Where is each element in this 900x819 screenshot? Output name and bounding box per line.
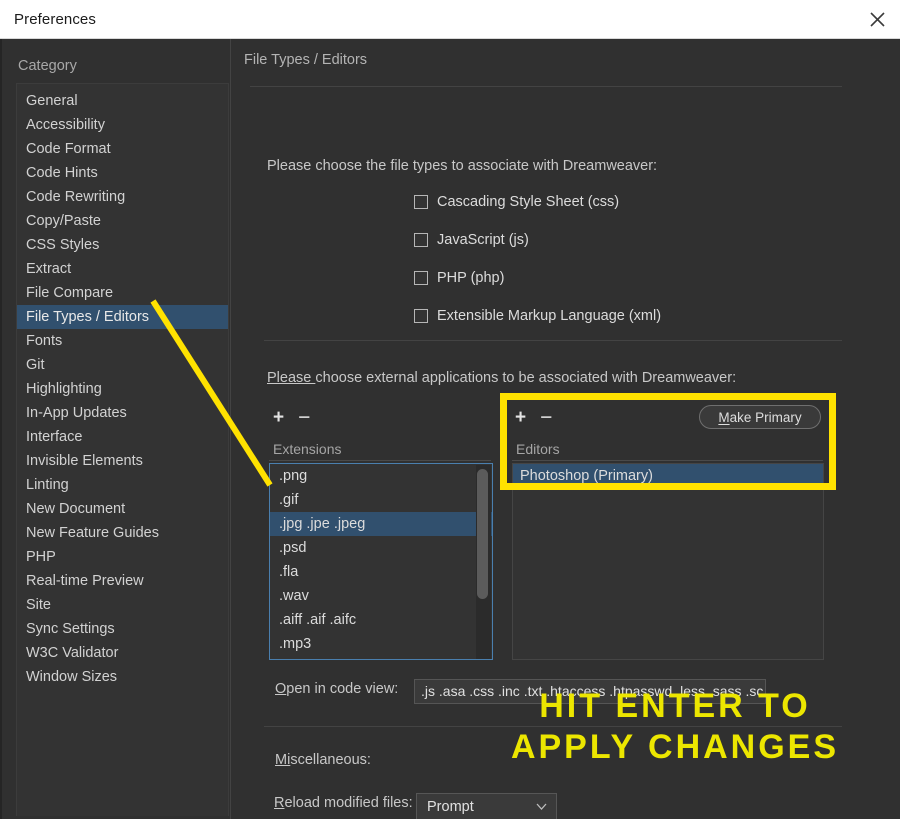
add-extension-button[interactable]: + bbox=[273, 408, 284, 427]
checkbox-icon[interactable] bbox=[414, 195, 428, 209]
sidebar-item-code-hints[interactable]: Code Hints bbox=[17, 161, 228, 185]
make-primary-button[interactable]: Make Primary bbox=[699, 405, 821, 429]
filetype-checkbox-label: Cascading Style Sheet (css) bbox=[437, 194, 620, 210]
sidebar-item-accessibility[interactable]: Accessibility bbox=[17, 113, 228, 137]
editors-column-header: Editors bbox=[516, 441, 560, 457]
sidebar-item-code-rewriting[interactable]: Code Rewriting bbox=[17, 185, 228, 209]
extension-list-item[interactable]: .gif bbox=[270, 488, 492, 512]
reload-modified-files-label-rest: eload modified files: bbox=[284, 795, 413, 811]
close-button[interactable] bbox=[854, 0, 900, 38]
filetype-checkbox-label: JavaScript (js) bbox=[437, 232, 529, 248]
pane-divider bbox=[230, 39, 231, 819]
extensions-toolbar: + − bbox=[273, 407, 310, 428]
sidebar-item-w3c-validator[interactable]: W3C Validator bbox=[17, 641, 228, 665]
extensions-list-items: .png .gif .jpg .jpe .jpeg .psd .fla .wav .aiff… bbox=[270, 464, 492, 656]
reload-modified-files-value: Prompt bbox=[427, 798, 474, 815]
remove-editor-button[interactable]: − bbox=[540, 407, 552, 428]
miscellaneous-accel: Mi bbox=[275, 752, 291, 768]
sidebar-item-file-compare[interactable]: File Compare bbox=[17, 281, 228, 305]
title-bar: Preferences bbox=[0, 0, 900, 39]
extension-list-item[interactable]: .aiff .aif .aifc bbox=[270, 608, 492, 632]
extension-list-item[interactable]: .png bbox=[270, 464, 492, 488]
filetype-checkbox-row[interactable]: PHP (php) bbox=[414, 270, 504, 286]
sidebar-item-linting[interactable]: Linting bbox=[17, 473, 228, 497]
sidebar-item-copy-paste[interactable]: Copy/Paste bbox=[17, 209, 228, 233]
extensions-list[interactable]: .png .gif .jpg .jpe .jpeg .psd .fla .wav .aiff… bbox=[269, 463, 493, 660]
sidebar-item-extract[interactable]: Extract bbox=[17, 257, 228, 281]
preferences-dialog: Preferences Category General Accessibilit… bbox=[0, 0, 900, 819]
sidebar-item-window-sizes[interactable]: Window Sizes bbox=[17, 665, 228, 689]
editor-list-item[interactable]: Photoshop (Primary) bbox=[513, 464, 823, 488]
remove-extension-button[interactable]: − bbox=[298, 407, 310, 428]
extension-list-item[interactable]: .psd bbox=[270, 536, 492, 560]
sidebar-item-new-document[interactable]: New Document bbox=[17, 497, 228, 521]
checkbox-icon[interactable] bbox=[414, 271, 428, 285]
category-list[interactable]: General Accessibility Code Format Code Hint… bbox=[16, 83, 229, 816]
extensions-scrollbar[interactable] bbox=[476, 465, 491, 659]
sidebar-item-css-styles[interactable]: CSS Styles bbox=[17, 233, 228, 257]
sidebar-item-real-time-preview[interactable]: Real-time Preview bbox=[17, 569, 228, 593]
dialog-body: Category General Accessibility Code Format… bbox=[0, 39, 900, 819]
page-title: File Types / Editors bbox=[244, 52, 368, 68]
add-editor-button[interactable]: + bbox=[515, 408, 526, 427]
sidebar-item-invisible-elements[interactable]: Invisible Elements bbox=[17, 449, 228, 473]
separator-middle bbox=[264, 340, 842, 341]
filetype-checkbox-row[interactable]: JavaScript (js) bbox=[414, 232, 529, 248]
open-in-code-view-input[interactable]: .js .asa .css .inc .txt .htaccess .htpas… bbox=[414, 679, 766, 704]
checkbox-icon[interactable] bbox=[414, 309, 428, 323]
filetype-checkbox-label: PHP (php) bbox=[437, 270, 505, 286]
extension-list-item[interactable]: .mp3 bbox=[270, 632, 492, 656]
checkbox-icon[interactable] bbox=[414, 233, 428, 247]
make-primary-accel: M bbox=[718, 409, 730, 425]
sidebar-item-sync-settings[interactable]: Sync Settings bbox=[17, 617, 228, 641]
filetype-checkbox-label: Extensible Markup Language (xml) bbox=[437, 308, 662, 324]
miscellaneous-label-rest: scellaneous: bbox=[290, 752, 371, 768]
open-in-code-view-accel: O bbox=[275, 681, 287, 697]
separator-top bbox=[250, 86, 842, 87]
separator-bottom bbox=[264, 726, 842, 727]
external-apps-prompt-rest: choose external applications to be assoc… bbox=[315, 370, 737, 386]
sidebar-item-file-types-editors[interactable]: File Types / Editors bbox=[17, 305, 228, 329]
sidebar-item-fonts[interactable]: Fonts bbox=[17, 329, 228, 353]
editors-header-rule bbox=[512, 460, 823, 461]
chevron-down-icon bbox=[536, 800, 547, 811]
category-heading: Category bbox=[18, 58, 77, 74]
sidebar-item-general[interactable]: General bbox=[17, 89, 228, 113]
filetype-checkbox-row[interactable]: Cascading Style Sheet (css) bbox=[414, 194, 619, 210]
extensions-scrollbar-thumb[interactable] bbox=[477, 469, 488, 599]
sidebar-item-git[interactable]: Git bbox=[17, 353, 228, 377]
window-title: Preferences bbox=[14, 11, 96, 28]
make-primary-label: ake Primary bbox=[729, 409, 802, 425]
filetypes-prompt: Please choose the file types to associat… bbox=[267, 158, 658, 174]
miscellaneous-label: Miscellaneous: bbox=[275, 752, 371, 768]
reload-modified-files-select[interactable]: Prompt bbox=[416, 793, 557, 819]
extension-list-item[interactable]: .jpg .jpe .jpeg bbox=[270, 512, 492, 536]
sidebar-item-site[interactable]: Site bbox=[17, 593, 228, 617]
extension-list-item[interactable]: .fla bbox=[270, 560, 492, 584]
sidebar-item-code-format[interactable]: Code Format bbox=[17, 137, 228, 161]
extension-list-item[interactable]: .wav bbox=[270, 584, 492, 608]
sidebar-item-interface[interactable]: Interface bbox=[17, 425, 228, 449]
external-apps-prompt-accel: Please bbox=[267, 370, 316, 386]
sidebar-item-highlighting[interactable]: Highlighting bbox=[17, 377, 228, 401]
sidebar-item-new-feature-guides[interactable]: New Feature Guides bbox=[17, 521, 228, 545]
reload-modified-files-accel: R bbox=[274, 795, 285, 811]
open-in-code-view-label-rest: pen in code view: bbox=[286, 681, 399, 697]
sidebar-item-php[interactable]: PHP bbox=[17, 545, 228, 569]
reload-modified-files-label: Reload modified files: bbox=[274, 795, 413, 811]
editors-toolbar: + − bbox=[515, 407, 552, 428]
editors-list[interactable]: Photoshop (Primary) bbox=[512, 463, 824, 660]
external-apps-prompt: Please choose external applications to b… bbox=[267, 370, 736, 386]
editors-list-items: Photoshop (Primary) bbox=[513, 464, 823, 488]
filetype-checkbox-row[interactable]: Extensible Markup Language (xml) bbox=[414, 308, 661, 324]
close-icon bbox=[869, 11, 885, 27]
extensions-column-header: Extensions bbox=[273, 441, 342, 457]
open-in-code-view-label: Open in code view: bbox=[275, 681, 398, 697]
sidebar-item-in-app-updates[interactable]: In-App Updates bbox=[17, 401, 228, 425]
extensions-header-rule bbox=[269, 460, 491, 461]
